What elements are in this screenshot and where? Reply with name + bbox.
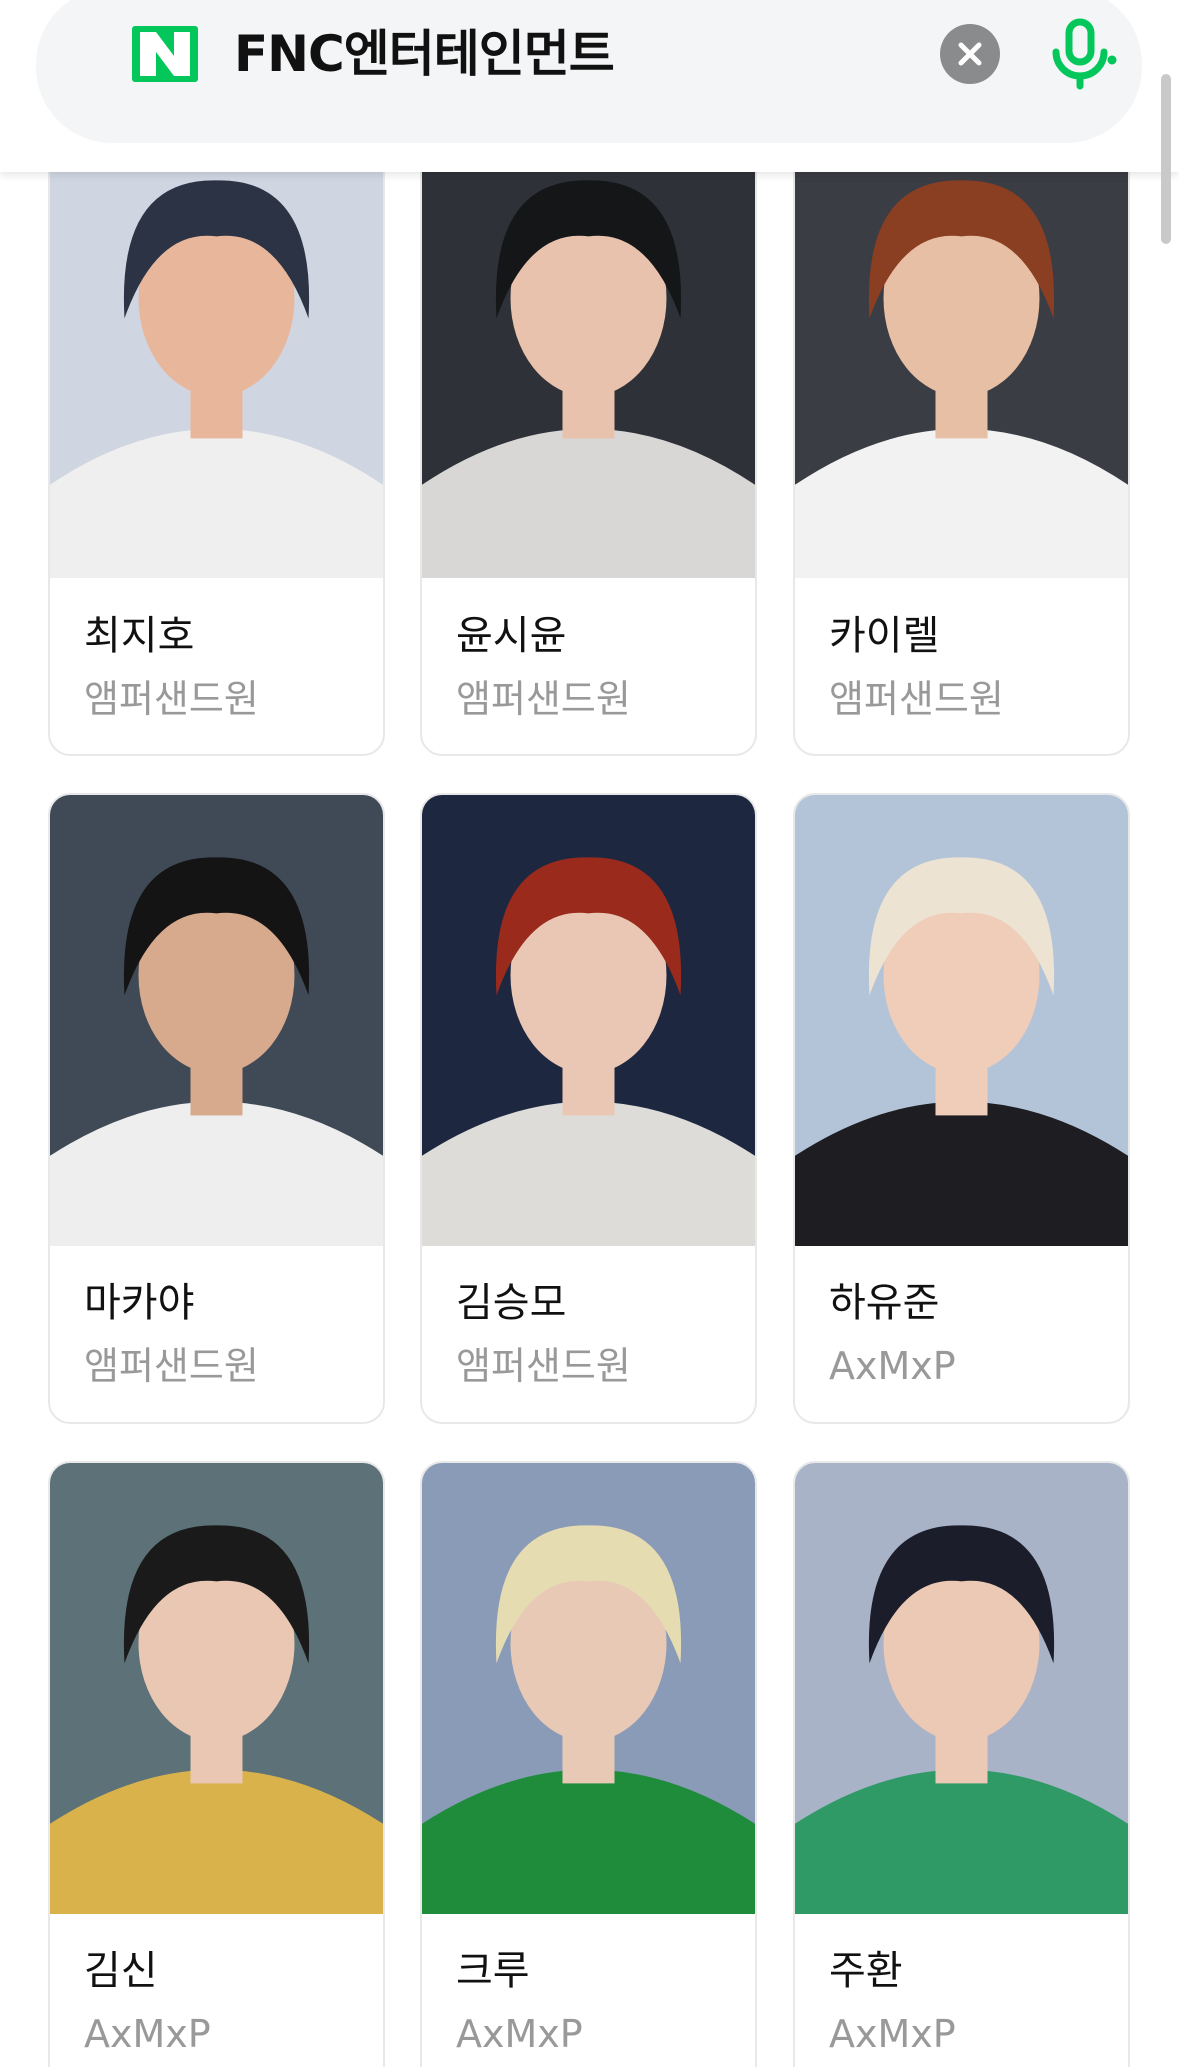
profile-photo xyxy=(795,795,1128,1246)
profile-group: 앰퍼샌드원 xyxy=(456,1344,631,1388)
profile-photo xyxy=(795,112,1128,578)
profile-group: AxMxP xyxy=(829,2012,956,2056)
profile-name: 하유준 xyxy=(829,1280,940,1326)
profile-group: 앰퍼샌드원 xyxy=(84,677,259,721)
profile-name: 마카야 xyxy=(84,1280,195,1326)
profile-group: 앰퍼샌드원 xyxy=(84,1344,259,1388)
search-bar[interactable]: FNC엔터테인먼트 xyxy=(36,0,1142,143)
profile-group: AxMxP xyxy=(829,1344,956,1388)
profile-group: AxMxP xyxy=(456,2012,583,2056)
search-input[interactable]: FNC엔터테인먼트 xyxy=(234,18,615,90)
profile-photo xyxy=(422,795,755,1246)
microphone-icon[interactable] xyxy=(1046,16,1118,92)
close-icon[interactable] xyxy=(940,24,1000,84)
search-header: FNC엔터테인먼트 xyxy=(0,0,1179,172)
search-results-page: FNC엔터테인먼트 최지호 앰퍼샌드원 윤시윤 앰퍼샌드원 카이렐 앰퍼샌드원 … xyxy=(0,0,1179,2067)
profile-card[interactable]: 주환 AxMxP xyxy=(793,1461,1130,2067)
profile-card[interactable]: 김신 AxMxP xyxy=(48,1461,385,2067)
profile-name: 주환 xyxy=(829,1948,903,1994)
profile-card[interactable]: 윤시윤 앰퍼샌드원 xyxy=(420,110,757,756)
profile-group: 앰퍼샌드원 xyxy=(456,677,631,721)
profile-photo xyxy=(422,112,755,578)
profile-card[interactable]: 김승모 앰퍼샌드원 xyxy=(420,793,757,1424)
profile-name: 크루 xyxy=(456,1948,530,1994)
profile-name: 김신 xyxy=(84,1948,158,1994)
profile-photo xyxy=(422,1463,755,1914)
profile-name: 카이렐 xyxy=(829,613,940,659)
profile-name: 최지호 xyxy=(84,613,195,659)
profile-card[interactable]: 하유준 AxMxP xyxy=(793,793,1130,1424)
profile-photo xyxy=(50,795,383,1246)
profile-card[interactable]: 카이렐 앰퍼샌드원 xyxy=(793,110,1130,756)
profile-name: 김승모 xyxy=(456,1280,567,1326)
profile-group: AxMxP xyxy=(84,2012,211,2056)
profile-group: 앰퍼샌드원 xyxy=(829,677,1004,721)
naver-logo-icon[interactable] xyxy=(132,26,198,82)
profile-card[interactable]: 마카야 앰퍼샌드원 xyxy=(48,793,385,1424)
profile-card[interactable]: 크루 AxMxP xyxy=(420,1461,757,2067)
profile-card[interactable]: 최지호 앰퍼샌드원 xyxy=(48,110,385,756)
profile-name: 윤시윤 xyxy=(456,613,567,659)
profile-photo xyxy=(50,1463,383,1914)
scrollbar[interactable] xyxy=(1161,74,1171,244)
profile-photo xyxy=(795,1463,1128,1914)
profile-photo xyxy=(50,112,383,578)
